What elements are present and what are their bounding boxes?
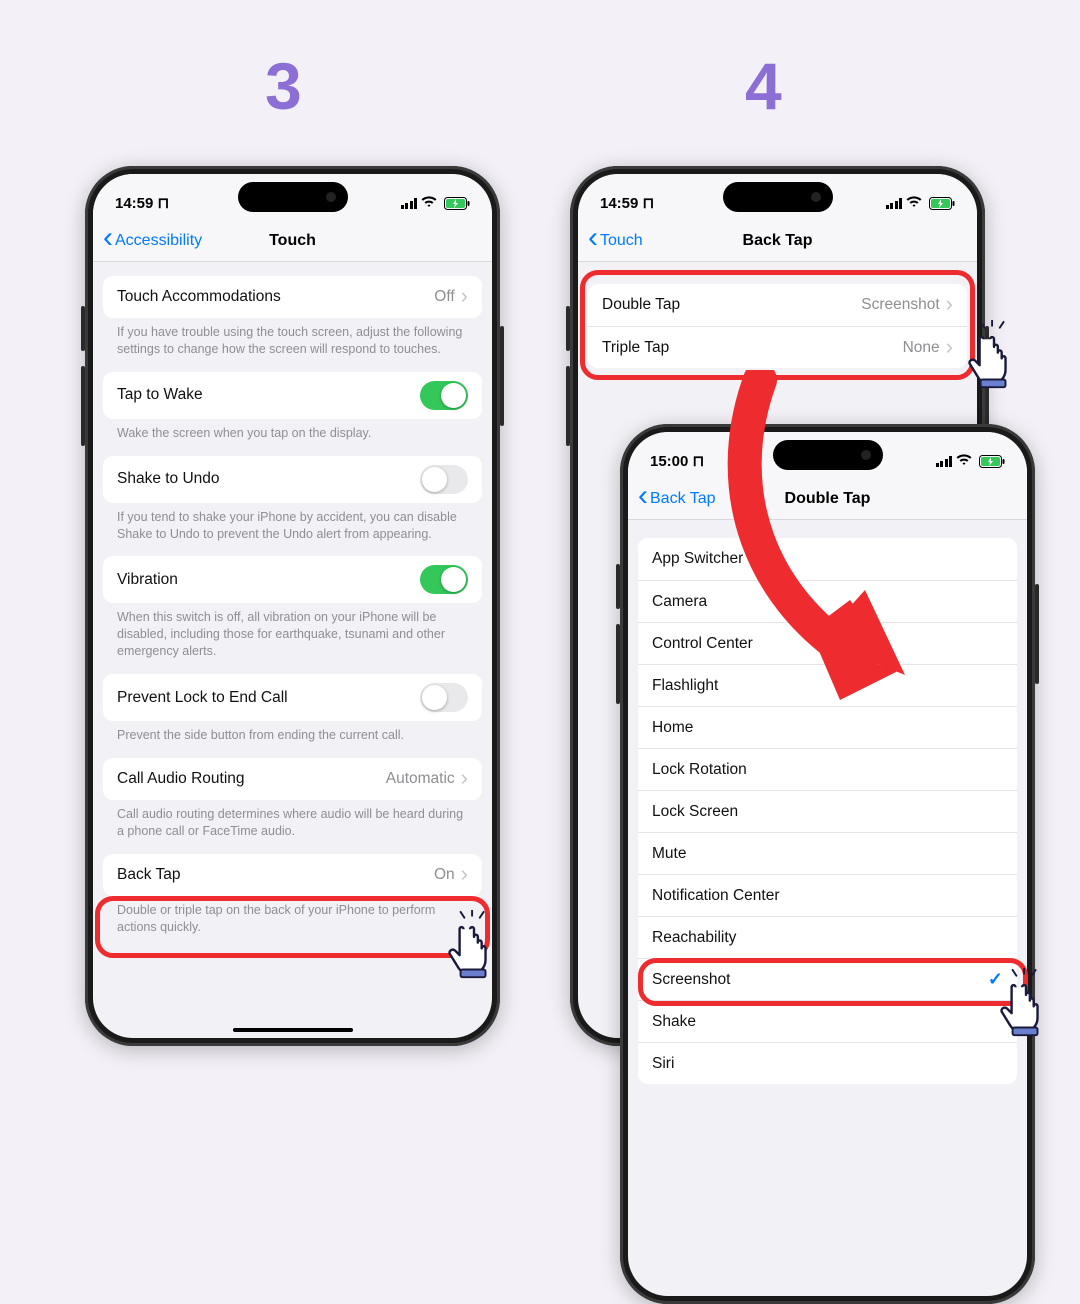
option-label: Screenshot — [652, 971, 730, 989]
row-tap-to-wake[interactable]: Tap to Wake — [103, 372, 482, 419]
option-siri[interactable]: Siri — [638, 1042, 1017, 1084]
footer-text: Double or triple tap on the back of your… — [103, 896, 482, 936]
battery-icon — [444, 197, 470, 210]
headphones-icon: ⊓ — [158, 195, 170, 212]
footer-text: Call audio routing determines where audi… — [103, 800, 482, 840]
option-label: Camera — [652, 593, 707, 611]
option-label: Mute — [652, 845, 686, 863]
tap-hand-icon — [958, 320, 1030, 392]
dynamic-island — [723, 182, 833, 212]
page-title: Touch — [269, 232, 316, 250]
footer-text: When this switch is off, all vibration o… — [103, 603, 482, 660]
row-label: Double Tap — [602, 296, 680, 314]
page-title: Back Tap — [743, 232, 813, 250]
row-touch-accommodations[interactable]: Touch Accommodations Off — [103, 276, 482, 318]
row-double-tap[interactable]: Double Tap Screenshot — [588, 284, 967, 326]
row-label: Prevent Lock to End Call — [117, 689, 288, 707]
row-label: Call Audio Routing — [117, 770, 245, 788]
option-lock-rotation[interactable]: Lock Rotation — [638, 748, 1017, 790]
switch-vibration[interactable] — [420, 565, 468, 594]
option-label: Shake — [652, 1013, 696, 1031]
battery-icon — [979, 455, 1005, 468]
battery-icon — [929, 197, 955, 210]
signal-icon — [886, 198, 903, 209]
row-label: Triple Tap — [602, 339, 669, 357]
option-reachability[interactable]: Reachability — [638, 916, 1017, 958]
option-notification-center[interactable]: Notification Center — [638, 874, 1017, 916]
row-shake-to-undo[interactable]: Shake to Undo — [103, 456, 482, 503]
footer-text: If you have trouble using the touch scre… — [103, 318, 482, 358]
row-call-audio-routing[interactable]: Call Audio Routing Automatic — [103, 758, 482, 800]
signal-icon — [401, 198, 418, 209]
option-label: Siri — [652, 1055, 674, 1073]
row-prevent-lock[interactable]: Prevent Lock to End Call — [103, 674, 482, 721]
option-home[interactable]: Home — [638, 706, 1017, 748]
status-time: 14:59 — [115, 195, 153, 212]
option-label: Lock Screen — [652, 803, 738, 821]
option-screenshot[interactable]: Screenshot✓ — [638, 958, 1017, 1000]
row-value: On — [434, 866, 468, 884]
switch-tap-to-wake[interactable] — [420, 381, 468, 410]
wifi-icon — [906, 195, 922, 212]
option-label: Lock Rotation — [652, 761, 747, 779]
row-vibration[interactable]: Vibration — [103, 556, 482, 603]
option-label: Notification Center — [652, 887, 780, 905]
footer-text: Wake the screen when you tap on the disp… — [103, 419, 482, 442]
arrow-icon — [700, 370, 930, 705]
home-indicator[interactable] — [233, 1028, 353, 1032]
option-label: Reachability — [652, 929, 736, 947]
row-value: Off — [434, 288, 468, 306]
signal-icon — [936, 456, 953, 467]
back-button[interactable]: Touch — [588, 232, 643, 250]
row-label: Vibration — [117, 571, 178, 589]
step-number-4: 4 — [745, 48, 782, 124]
nav-bar: Touch Back Tap — [578, 220, 977, 262]
back-button[interactable]: Accessibility — [103, 232, 202, 250]
row-value: None — [903, 339, 953, 357]
row-label: Tap to Wake — [117, 386, 203, 404]
row-label: Shake to Undo — [117, 470, 220, 488]
row-back-tap[interactable]: Back Tap On — [103, 854, 482, 896]
wifi-icon — [956, 453, 972, 470]
row-label: Back Tap — [117, 866, 180, 884]
wifi-icon — [421, 195, 437, 212]
tap-hand-icon — [438, 910, 510, 982]
row-value: Automatic — [386, 770, 468, 788]
dynamic-island — [238, 182, 348, 212]
row-label: Touch Accommodations — [117, 288, 281, 306]
option-label: Home — [652, 719, 693, 737]
tap-hand-icon — [990, 968, 1062, 1040]
footer-text: If you tend to shake your iPhone by acci… — [103, 503, 482, 543]
row-triple-tap[interactable]: Triple Tap None — [588, 326, 967, 368]
status-time: 15:00 — [650, 453, 688, 470]
step-number-3: 3 — [265, 48, 302, 124]
row-value: Screenshot — [861, 296, 953, 314]
headphones-icon: ⊓ — [643, 195, 655, 212]
nav-bar: Accessibility Touch — [93, 220, 492, 262]
switch-shake-to-undo[interactable] — [420, 465, 468, 494]
option-shake[interactable]: Shake — [638, 1000, 1017, 1042]
option-lock-screen[interactable]: Lock Screen — [638, 790, 1017, 832]
switch-prevent-lock[interactable] — [420, 683, 468, 712]
status-time: 14:59 — [600, 195, 638, 212]
footer-text: Prevent the side button from ending the … — [103, 721, 482, 744]
option-mute[interactable]: Mute — [638, 832, 1017, 874]
